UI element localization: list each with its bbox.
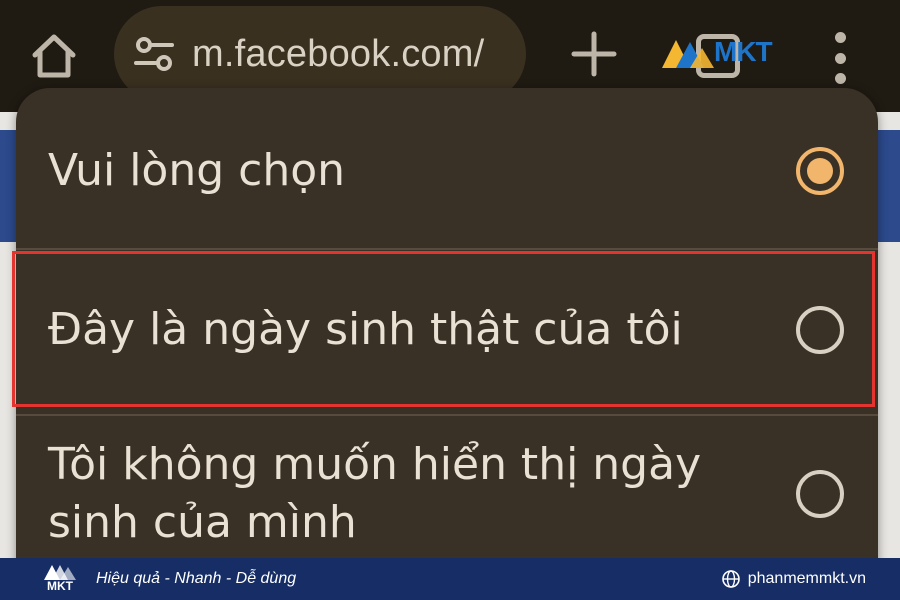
home-icon bbox=[32, 34, 76, 78]
globe-icon bbox=[721, 570, 740, 588]
option-hide-birthday[interactable]: Tôi không muốn hiển thị ngày sinh của mì… bbox=[16, 428, 878, 560]
footer-website[interactable]: phanmemmkt.vn bbox=[721, 558, 866, 600]
url-text: m.facebook.com/ bbox=[192, 32, 485, 75]
menu-dot-icon bbox=[834, 73, 846, 84]
overflow-menu-button[interactable] bbox=[826, 32, 854, 84]
menu-dot-icon bbox=[834, 32, 846, 43]
divider bbox=[16, 414, 878, 416]
footer-slogan: Hiệu quả - Nhanh - Dễ dùng bbox=[96, 570, 297, 587]
menu-dot-icon bbox=[834, 52, 846, 64]
option-please-choose[interactable]: Vui lòng chọn bbox=[16, 138, 878, 204]
footer-logo-icon bbox=[44, 565, 76, 580]
new-tab-button[interactable] bbox=[568, 28, 620, 80]
plus-icon bbox=[571, 31, 617, 77]
option-label: Tôi không muốn hiển thị ngày sinh của mì… bbox=[48, 439, 702, 548]
footer-banner: MKT Hiệu quả - Nhanh - Dễ dùng phanmemmk… bbox=[0, 558, 900, 600]
tune-icon[interactable] bbox=[132, 31, 178, 77]
highlight-box bbox=[12, 251, 875, 407]
footer-logo-text: MKT bbox=[47, 579, 73, 593]
divider bbox=[16, 248, 878, 250]
option-label: Vui lòng chọn bbox=[48, 145, 346, 196]
radio-unselected-icon[interactable] bbox=[796, 470, 844, 518]
radio-selected-icon[interactable] bbox=[796, 147, 844, 195]
home-button[interactable] bbox=[26, 28, 82, 84]
mkt-logo-text: MKT bbox=[714, 36, 773, 67]
footer-logo: MKT bbox=[38, 561, 82, 597]
mkt-logo: MKT bbox=[660, 30, 810, 74]
mkt-logo-icon bbox=[662, 40, 714, 68]
footer-website-text: phanmemmkt.vn bbox=[747, 570, 866, 587]
